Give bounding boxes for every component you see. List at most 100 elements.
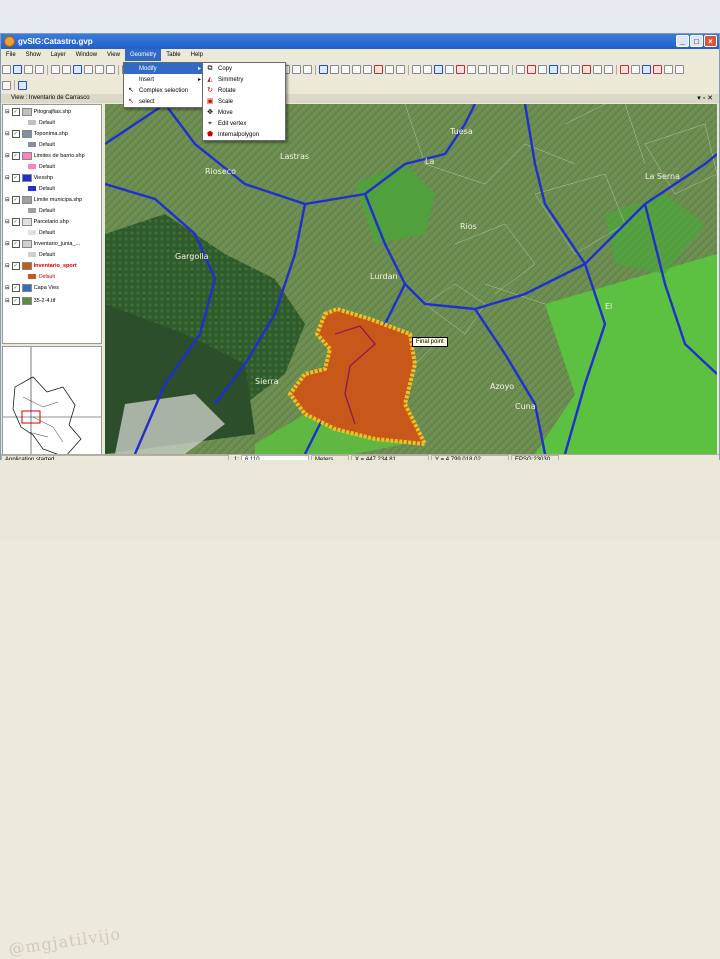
minimize-button[interactable]: _	[676, 35, 689, 47]
layer-visibility-checkbox[interactable]: ✓	[11, 151, 20, 160]
toolbar-tool-icon[interactable]	[352, 65, 361, 74]
toolbar-tool-icon[interactable]	[412, 65, 421, 74]
toolbar-tool-icon[interactable]	[604, 65, 613, 74]
layer-visibility-checkbox[interactable]: ✓	[11, 261, 20, 270]
toolbar-tool-icon[interactable]	[500, 65, 509, 74]
toolbar-tool-icon[interactable]	[549, 65, 558, 74]
layer-item[interactable]: ⊟ ✓ Limite municipa.shp	[3, 193, 101, 206]
expand-toggle-icon[interactable]: ⊟	[5, 285, 10, 291]
toolbar-tool-icon[interactable]	[538, 65, 547, 74]
layer-item[interactable]: ⊟ ✓ 35-2-4.tif	[3, 294, 101, 307]
toolbar-tool-icon[interactable]	[319, 65, 328, 74]
menu-item-complex-selection[interactable]: ↖ Complex selection	[124, 85, 204, 96]
expand-toggle-icon[interactable]: ⊟	[5, 131, 10, 137]
toolbar-tool-icon[interactable]	[434, 65, 443, 74]
layer-item[interactable]: ⊟ ✓ Parcelario.shp	[3, 215, 101, 228]
toolbar-tool-icon[interactable]	[2, 65, 11, 74]
toolbar-tool-icon[interactable]	[527, 65, 536, 74]
expand-toggle-icon[interactable]: ⊟	[5, 109, 10, 115]
layer-item[interactable]: ⊟ ✓ Inventario_sport	[3, 259, 101, 272]
menu-view[interactable]: View	[102, 49, 125, 61]
toolbar-tool-icon[interactable]	[582, 65, 591, 74]
toolbar-tool-icon[interactable]	[396, 65, 405, 74]
toolbar-tool-icon[interactable]	[303, 65, 312, 74]
toolbar-tool-icon[interactable]	[467, 65, 476, 74]
toolbar-tool-icon[interactable]	[664, 65, 673, 74]
toolbar-tool-icon[interactable]	[24, 65, 33, 74]
layer-visibility-checkbox[interactable]: ✓	[11, 195, 20, 204]
menu-item-rotate[interactable]: ↻ Rotate	[203, 85, 285, 96]
layer-visibility-checkbox[interactable]: ✓	[11, 239, 20, 248]
menu-item-edit-vertex[interactable]: ⌖ Edit vertex	[203, 118, 285, 129]
layer-item[interactable]: ⊟ ✓ Toponima.shp	[3, 127, 101, 140]
toolbar-tool-icon[interactable]	[73, 65, 82, 74]
edit-tool-icon[interactable]	[18, 80, 27, 90]
toolbar-tool-icon[interactable]	[84, 65, 93, 74]
expand-toggle-icon[interactable]: ⊟	[5, 197, 10, 203]
toolbar-tool-icon[interactable]	[631, 65, 640, 74]
expand-toggle-icon[interactable]: ⊟	[5, 263, 10, 269]
menu-show[interactable]: Show	[21, 49, 46, 61]
toolbar-tool-icon[interactable]	[292, 65, 301, 74]
toolbar-tool-icon[interactable]	[675, 65, 684, 74]
toolbar-tool-icon[interactable]	[363, 65, 372, 74]
toolbar-tool-icon[interactable]	[478, 65, 487, 74]
layer-item[interactable]: ⊟ ✓ Limites de barrio.shp	[3, 149, 101, 162]
expand-toggle-icon[interactable]: ⊟	[5, 241, 10, 247]
menu-table[interactable]: Table	[161, 49, 185, 61]
toolbar-tool-icon[interactable]	[13, 65, 22, 74]
toolbar-tool-icon[interactable]	[620, 65, 629, 74]
layer-item[interactable]: ⊟ ✓ Capa Vies	[3, 281, 101, 294]
menu-item-scale[interactable]: ▣ Scale	[203, 96, 285, 107]
toolbar-tool-icon[interactable]	[593, 65, 602, 74]
menu-item-copy[interactable]: ⧉ Copy	[203, 63, 285, 74]
menu-item-modify[interactable]: Modify ▸	[124, 63, 204, 74]
toolbar-tool-icon[interactable]	[642, 65, 651, 74]
menu-window[interactable]: Window	[71, 49, 102, 61]
maximize-button[interactable]: □	[690, 35, 703, 47]
toolbar-tool-icon[interactable]	[106, 65, 115, 74]
layer-visibility-checkbox[interactable]: ✓	[11, 217, 20, 226]
menu-help[interactable]: Help	[186, 49, 208, 61]
toolbar-tool-icon[interactable]	[374, 65, 383, 74]
layer-item[interactable]: ⊟ ✓ Viesshp	[3, 171, 101, 184]
menu-item-internal-polygon[interactable]: ⬟ Internalpolygon	[203, 129, 285, 140]
layer-visibility-checkbox[interactable]: ✓	[11, 173, 20, 182]
menu-item-select[interactable]: ↖ select	[124, 96, 204, 107]
menu-item-simmetry[interactable]: ◭ Simmetry	[203, 74, 285, 85]
toolbar-tool-icon[interactable]	[571, 65, 580, 74]
map-canvas[interactable]: La Rioseco Lastras Gargolla Lurdan Sierr…	[105, 104, 717, 464]
toolbar-tool-icon[interactable]	[341, 65, 350, 74]
toolbar-tool-icon[interactable]	[456, 65, 465, 74]
toolbar-tool-icon[interactable]	[95, 65, 104, 74]
layer-item[interactable]: ⊟ ✓ Inventario_junia_...	[3, 237, 101, 250]
view-window-controls[interactable]: ▾ ▫ ✕	[687, 94, 713, 103]
toolbar-tool-icon[interactable]	[653, 65, 662, 74]
toolbar-tool-icon[interactable]	[51, 65, 60, 74]
layer-visibility-checkbox[interactable]: ✓	[11, 129, 20, 138]
menu-item-insert[interactable]: Insert ▸	[124, 74, 204, 85]
layer-visibility-checkbox[interactable]: ✓	[11, 296, 20, 305]
toolbar-tool-icon[interactable]	[516, 65, 525, 74]
menu-geometry[interactable]: Geometry	[124, 49, 162, 61]
overview-map[interactable]	[2, 346, 102, 464]
toolbar-tool-icon[interactable]	[445, 65, 454, 74]
menu-file[interactable]: File	[1, 49, 21, 61]
toolbar-tool-icon[interactable]	[35, 65, 44, 74]
menu-layer[interactable]: Layer	[46, 49, 71, 61]
toolbar-tool-icon[interactable]	[560, 65, 569, 74]
expand-toggle-icon[interactable]: ⊟	[5, 219, 10, 225]
open-project-icon[interactable]	[2, 80, 11, 90]
toolbar-tool-icon[interactable]	[62, 65, 71, 74]
expand-toggle-icon[interactable]: ⊟	[5, 298, 10, 304]
layer-visibility-checkbox[interactable]: ✓	[11, 107, 20, 116]
toolbar-tool-icon[interactable]	[489, 65, 498, 74]
toolbar-tool-icon[interactable]	[385, 65, 394, 74]
layer-visibility-checkbox[interactable]: ✓	[11, 283, 20, 292]
expand-toggle-icon[interactable]: ⊟	[5, 153, 10, 159]
expand-toggle-icon[interactable]: ⊟	[5, 175, 10, 181]
menu-item-move[interactable]: ✥ Move	[203, 107, 285, 118]
close-button[interactable]: ×	[704, 35, 717, 47]
toolbar-tool-icon[interactable]	[423, 65, 432, 74]
toolbar-tool-icon[interactable]	[330, 65, 339, 74]
